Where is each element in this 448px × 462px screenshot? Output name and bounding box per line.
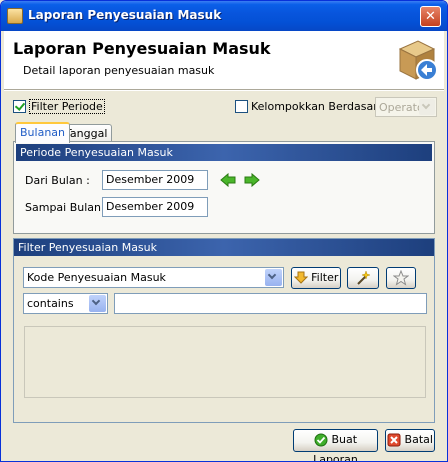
wand-button[interactable] bbox=[347, 267, 379, 289]
favorite-button[interactable] bbox=[386, 267, 416, 289]
header-separator bbox=[4, 89, 444, 91]
from-month-field[interactable]: Desember 2009 bbox=[102, 170, 208, 190]
close-button[interactable]: ✕ bbox=[420, 6, 441, 27]
create-report-button[interactable]: Buat Laporan bbox=[293, 429, 378, 461]
star-icon bbox=[392, 269, 410, 286]
check-icon bbox=[314, 433, 328, 447]
box-arrow-icon bbox=[398, 40, 438, 81]
to-month-label: Sampai Bulan : bbox=[25, 201, 109, 214]
operator-value: contains bbox=[27, 297, 74, 310]
filter-periode-label: Filter Periode bbox=[29, 98, 105, 114]
filter-field-select[interactable]: Kode Penyesuaian Masuk bbox=[23, 267, 284, 288]
close-icon: ✕ bbox=[425, 9, 436, 24]
checkbox-checked-icon[interactable] bbox=[13, 99, 26, 113]
cancel-button[interactable]: Batal bbox=[385, 429, 435, 452]
dialog-header: Laporan Penyesuaian Masuk Detail laporan… bbox=[4, 31, 444, 89]
header-subtitle: Detail laporan penyesuaian masuk bbox=[23, 64, 215, 77]
chevron-down-icon[interactable] bbox=[89, 295, 106, 312]
filter-text-input[interactable] bbox=[114, 293, 427, 314]
operator-select[interactable]: contains bbox=[23, 293, 108, 314]
filter-panel-title: Filter Penyesuaian Masuk bbox=[14, 239, 434, 256]
header-title: Laporan Penyesuaian Masuk bbox=[13, 39, 271, 58]
filter-periode-checkbox[interactable]: Filter Periode bbox=[13, 98, 105, 114]
chevron-down-icon[interactable] bbox=[265, 269, 282, 286]
group-by-select: Operator bbox=[375, 97, 437, 117]
arrow-left-icon[interactable] bbox=[220, 173, 236, 187]
filter-button-label: Filter bbox=[311, 271, 339, 284]
title-bar[interactable]: Laporan Penyesuaian Masuk ✕ bbox=[1, 1, 447, 31]
tab-bulanan[interactable]: Bulanan bbox=[15, 122, 70, 143]
app-icon bbox=[7, 8, 23, 24]
periode-panel-title: Periode Penyesuaian Masuk bbox=[16, 144, 432, 161]
from-month-label: Dari Bulan : bbox=[25, 174, 90, 187]
tab-tanggal-label: Tanggal bbox=[65, 127, 108, 140]
filter-panel: Filter Penyesuaian Masuk Kode Penyesuaia… bbox=[13, 238, 435, 423]
periode-panel: Periode Penyesuaian Masuk Dari Bulan : D… bbox=[13, 141, 435, 234]
chevron-down-icon bbox=[419, 99, 435, 115]
report-dialog: Laporan Penyesuaian Masuk ✕ Laporan Peny… bbox=[0, 0, 448, 462]
filter-result-area bbox=[24, 326, 426, 398]
to-month-field[interactable]: Desember 2009 bbox=[102, 197, 208, 217]
cross-icon bbox=[387, 433, 401, 447]
window-title: Laporan Penyesuaian Masuk bbox=[28, 8, 222, 22]
checkbox-unchecked-icon[interactable] bbox=[235, 99, 248, 113]
cancel-label: Batal bbox=[404, 433, 433, 446]
tab-bulanan-label: Bulanan bbox=[20, 126, 65, 139]
to-month-value: Desember 2009 bbox=[106, 200, 195, 213]
filter-field-value: Kode Penyesuaian Masuk bbox=[27, 271, 166, 284]
magic-wand-icon bbox=[357, 270, 371, 285]
from-month-value: Desember 2009 bbox=[106, 173, 195, 186]
arrow-right-icon[interactable] bbox=[244, 173, 260, 187]
download-icon bbox=[293, 271, 308, 284]
filter-button[interactable]: Filter bbox=[291, 267, 341, 289]
